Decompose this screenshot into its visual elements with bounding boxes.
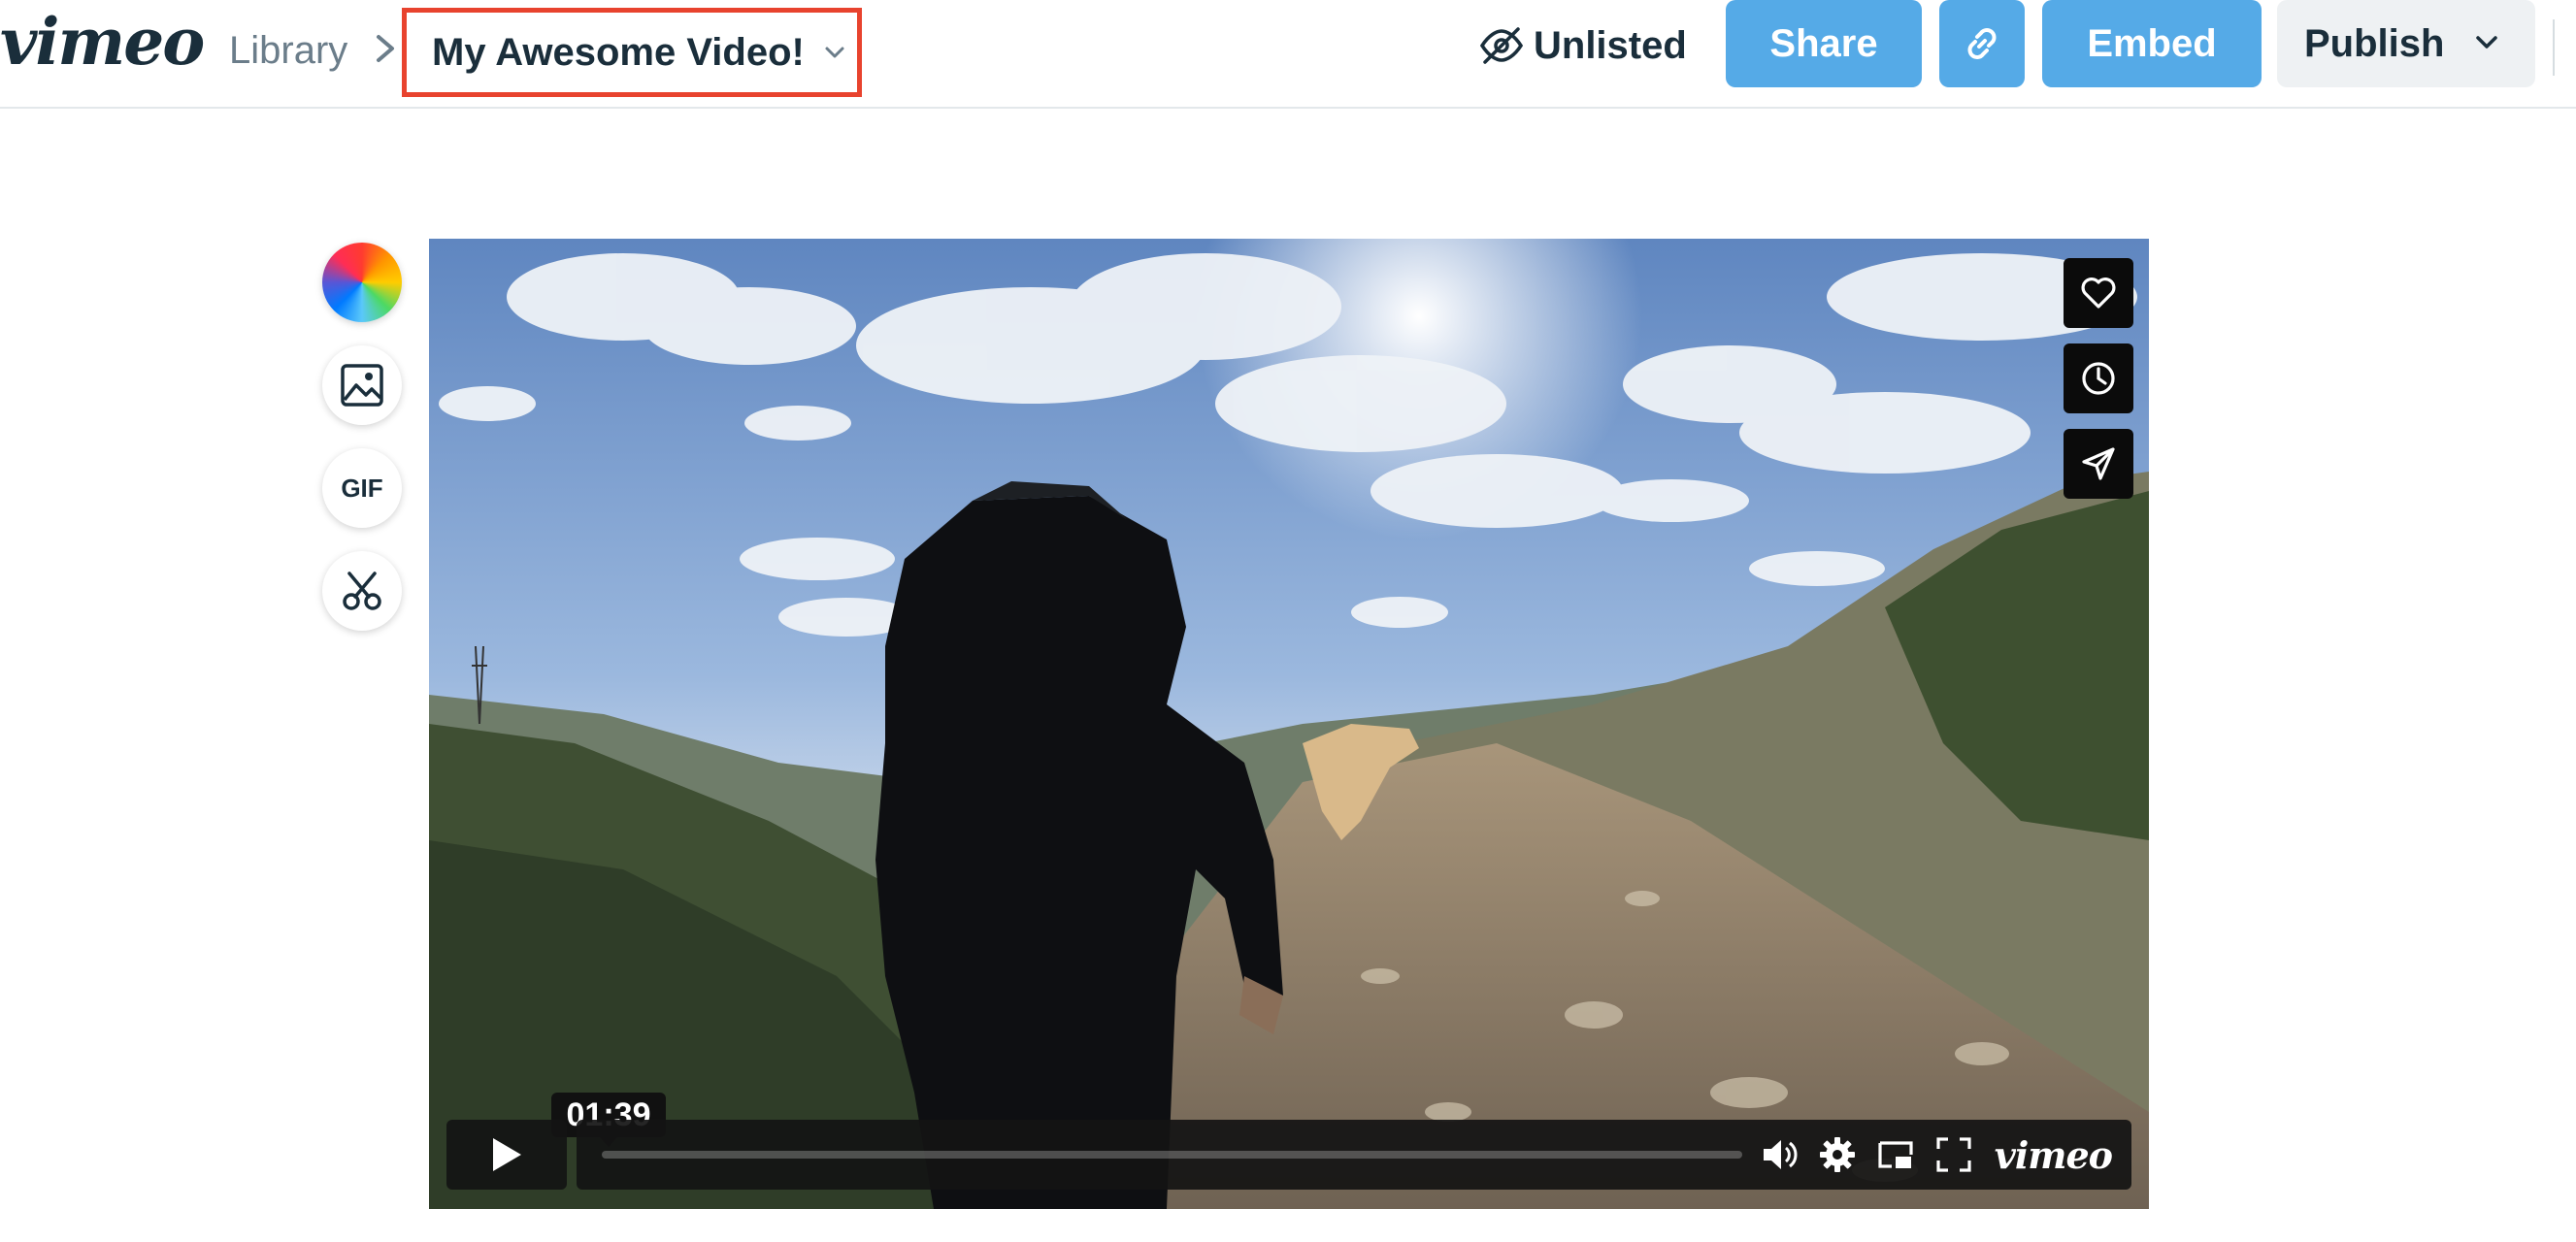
player-share-button[interactable] [2064, 429, 2133, 499]
clock-icon [2082, 362, 2115, 395]
link-icon [1967, 28, 1997, 59]
paper-plane-icon [2082, 447, 2115, 480]
share-button[interactable]: Share [1726, 0, 1922, 87]
eye-slash-icon [1479, 27, 1524, 64]
play-icon [493, 1138, 521, 1171]
video-title: My Awesome Video! [432, 30, 805, 74]
trim-button[interactable] [322, 551, 402, 631]
header-divider [2553, 19, 2555, 76]
privacy-setting[interactable]: Unlisted [1479, 17, 1687, 74]
color-wheel-icon [326, 246, 398, 318]
volume-icon [1763, 1140, 1798, 1169]
player-controls: vimeo [446, 1120, 2131, 1190]
gear-icon [1819, 1137, 1855, 1172]
vimeo-logo[interactable]: vimeo [0, 8, 205, 76]
top-bar: vimeo Library My Awesome Video! Unlisted… [0, 0, 2576, 109]
heart-icon [2081, 278, 2116, 309]
image-icon [341, 364, 383, 407]
video-player[interactable]: 01:39 vimeo [429, 239, 2149, 1209]
control-bar: vimeo [577, 1120, 2131, 1190]
fullscreen-button[interactable] [1932, 1133, 1975, 1176]
gif-label: GIF [341, 473, 383, 503]
video-frame [429, 239, 2149, 1209]
breadcrumb-library[interactable]: Library [229, 25, 347, 76]
thumbnail-image-button[interactable] [322, 345, 402, 425]
chevron-down-icon [825, 47, 844, 58]
scissors-icon [343, 572, 381, 610]
gif-button[interactable]: GIF [322, 448, 402, 528]
chevron-right-icon [377, 35, 394, 62]
publish-label: Publish [2304, 21, 2445, 65]
copy-link-button[interactable] [1939, 0, 2025, 87]
settings-button[interactable] [1816, 1133, 1859, 1176]
privacy-label: Unlisted [1534, 23, 1687, 67]
volume-button[interactable] [1758, 1133, 1800, 1176]
player-vimeo-logo[interactable]: vimeo [1995, 1133, 2113, 1177]
embed-button[interactable]: Embed [2042, 0, 2262, 87]
chevron-down-icon [2476, 36, 2497, 49]
play-button[interactable] [446, 1120, 567, 1190]
video-title-dropdown[interactable]: My Awesome Video! [402, 8, 862, 97]
pip-button[interactable] [1874, 1133, 1917, 1176]
pip-icon [1878, 1141, 1913, 1168]
fullscreen-icon [1936, 1137, 1971, 1172]
color-picker-button[interactable] [322, 243, 402, 322]
like-button[interactable] [2064, 258, 2133, 328]
publish-button[interactable]: Publish [2277, 0, 2535, 87]
watch-later-button[interactable] [2064, 343, 2133, 413]
progress-bar[interactable] [602, 1151, 1742, 1159]
